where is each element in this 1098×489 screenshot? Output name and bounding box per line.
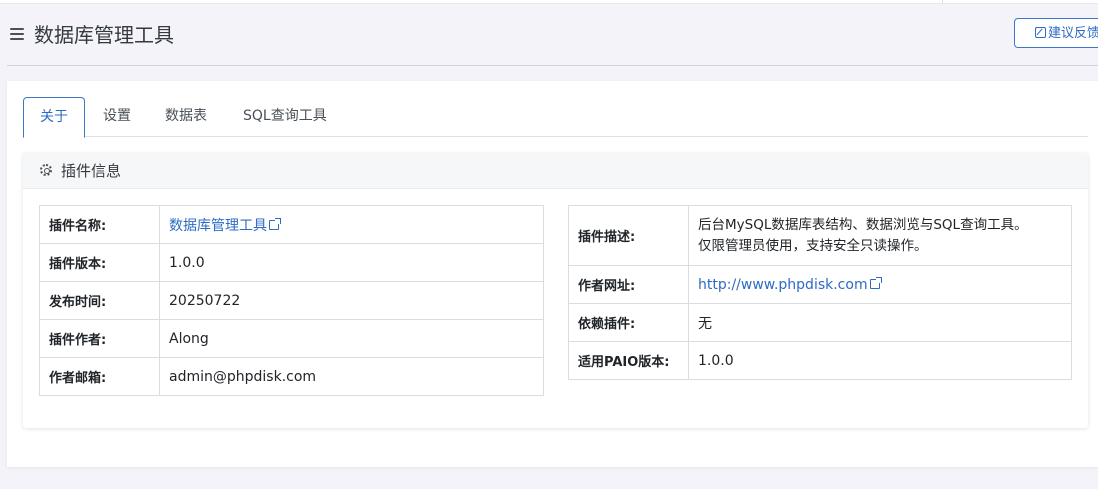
plugin-description-value: 后台MySQL数据库表结构、数据浏览与SQL查询工具。 仅限管理员使用，支持安全只…	[688, 205, 1072, 266]
external-link-icon	[269, 217, 281, 230]
cog-icon	[40, 164, 52, 176]
dependency-key: 依赖插件:	[568, 303, 689, 342]
plugin-info-header: 插件信息	[23, 153, 1088, 189]
feedback-button[interactable]: 建议反馈	[1014, 18, 1098, 48]
tab-sql-query[interactable]: SQL查询工具	[227, 97, 343, 137]
table-row: 插件版本: 1.0.0	[39, 243, 544, 282]
plugin-name-link[interactable]: 数据库管理工具	[169, 217, 281, 234]
table-row: 适用PAIO版本: 1.0.0	[568, 341, 1072, 380]
table-row: 作者网址: http://www.phpdisk.com	[568, 265, 1072, 304]
plugin-name-value: 数据库管理工具	[159, 205, 544, 244]
release-date-key: 发布时间:	[39, 281, 160, 320]
table-row: 插件作者: Along	[39, 319, 544, 358]
plugin-info-right-table: 插件描述: 后台MySQL数据库表结构、数据浏览与SQL查询工具。 仅限管理员使用…	[568, 205, 1072, 380]
table-row: 插件描述: 后台MySQL数据库表结构、数据浏览与SQL查询工具。 仅限管理员使用…	[568, 205, 1072, 266]
main-card: 关于 设置 数据表 SQL查询工具 插件信息 插件名称: 数据库管理工具 插件版…	[7, 81, 1098, 467]
plugin-version-key: 插件版本:	[39, 243, 160, 282]
release-date-value: 20250722	[159, 281, 544, 320]
edit-square-icon	[1034, 27, 1046, 38]
author-email-value: admin@phpdisk.com	[159, 357, 544, 396]
plugin-author-key: 插件作者:	[39, 319, 160, 358]
tab-about[interactable]: 关于	[23, 97, 85, 138]
tab-tables[interactable]: 数据表	[149, 97, 223, 137]
external-link-icon	[869, 276, 882, 289]
hamburger-menu-icon[interactable]	[10, 28, 24, 40]
paio-version-value: 1.0.0	[688, 341, 1072, 380]
tab-bar: 关于 设置 数据表 SQL查询工具	[23, 97, 1088, 138]
tab-settings[interactable]: 设置	[87, 97, 147, 137]
paio-version-key: 适用PAIO版本:	[568, 341, 689, 380]
table-row: 发布时间: 20250722	[39, 281, 544, 320]
table-row: 插件名称: 数据库管理工具	[39, 205, 544, 244]
plugin-author-value: Along	[159, 319, 544, 358]
plugin-info-left-table: 插件名称: 数据库管理工具 插件版本: 1.0.0 发布时间: 20250722…	[39, 205, 544, 396]
dependency-value: 无	[688, 303, 1072, 342]
plugin-info-card: 插件信息 插件名称: 数据库管理工具 插件版本: 1.0.0 发布时间: 202…	[23, 153, 1088, 428]
plugin-info-title: 插件信息	[61, 162, 122, 180]
plugin-version-value: 1.0.0	[159, 243, 544, 282]
author-website-key: 作者网址:	[568, 265, 689, 304]
feedback-label: 建议反馈	[1047, 25, 1098, 40]
plugin-name-key: 插件名称:	[39, 205, 160, 244]
page-title: 数据库管理工具	[34, 23, 174, 47]
table-row: 作者邮箱: admin@phpdisk.com	[39, 357, 544, 396]
plugin-description-key: 插件描述:	[568, 205, 689, 266]
table-row: 依赖插件: 无	[568, 303, 1072, 342]
page-header: 数据库管理工具 建议反馈	[7, 4, 1098, 66]
author-website-link[interactable]: http://www.phpdisk.com	[698, 276, 882, 293]
author-website-value: http://www.phpdisk.com	[688, 265, 1072, 304]
author-email-key: 作者邮箱:	[39, 357, 160, 396]
